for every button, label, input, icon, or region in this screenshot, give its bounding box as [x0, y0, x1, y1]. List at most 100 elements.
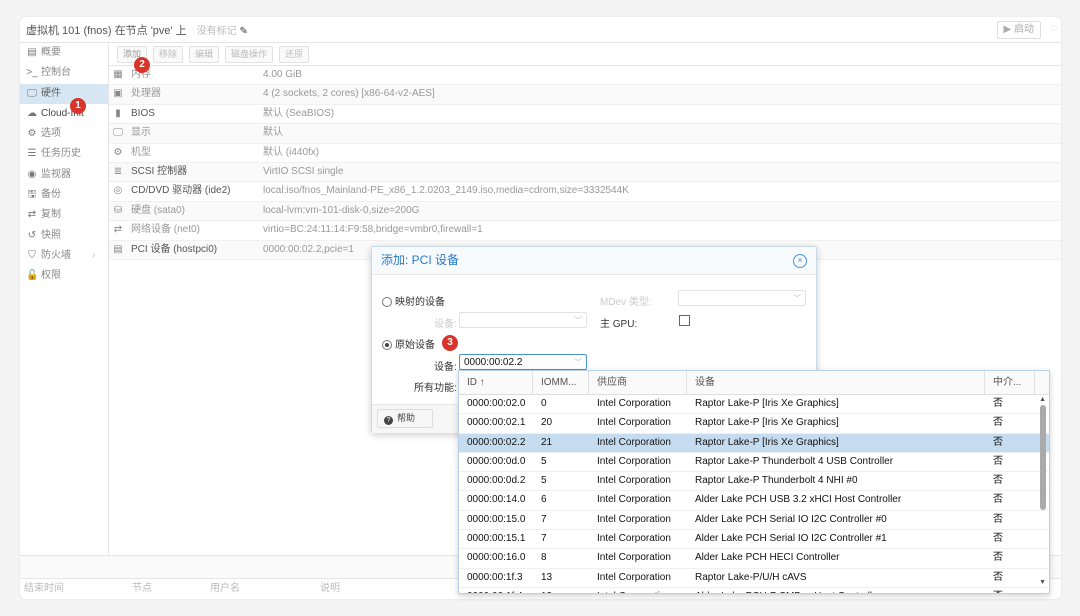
pci-row[interactable]: 0000:00:15.1 7 Intel Corporation Alder Lake…	[459, 530, 1049, 550]
pci-row[interactable]: 0000:00:1f.4 13 Intel Corporation Alder Lak…	[459, 588, 1049, 593]
sidebar-item-10[interactable]: ⛉ 防火墙 ›	[20, 246, 108, 266]
start-button[interactable]: ▶ 启动	[996, 21, 1041, 39]
col-mediated[interactable]: 中介...	[985, 371, 1035, 394]
pci-row[interactable]: 0000:00:02.2 21 Intel Corporation Raptor La…	[459, 433, 1049, 453]
col-desc[interactable]: 说明	[320, 579, 340, 599]
sidebar-item-3[interactable]: ☁ Cloud-Init	[20, 104, 108, 124]
sidebar-item-label: 权限	[41, 270, 61, 282]
hardware-icon: ⇄	[113, 224, 123, 236]
sidebar-item-1[interactable]: >_ 控制台	[20, 63, 108, 83]
pci-cell-iommu: 21	[541, 436, 553, 448]
sidebar-item-5[interactable]: ☰ 任务历史	[20, 144, 108, 164]
pci-cell-device: Alder Lake PCH HECI Controller	[695, 552, 840, 564]
pci-cell-vendor: Intel Corporation	[597, 552, 671, 564]
hardware-row[interactable]: ≣ SCSI 控制器 VirtIO SCSI single	[109, 162, 1061, 183]
sidebar-item-9[interactable]: ↺ 快照	[20, 226, 108, 246]
disk-action-button[interactable]: 磁盘操作	[225, 45, 274, 63]
hardware-row[interactable]: ⛁ 硬盘 (sata0) local-lvm:vm-101-disk-0,size=…	[109, 201, 1061, 222]
pci-cell-device: Raptor Lake-P Thunderbolt 4 USB Controll…	[695, 455, 894, 467]
mapped-device-select[interactable]: ﹀	[459, 312, 587, 328]
pci-cell-mediated: 否	[993, 398, 1003, 409]
pci-cell-id: 0000:00:14.0	[467, 494, 526, 506]
col-iommu[interactable]: IOMM...	[533, 371, 589, 394]
pci-row[interactable]: 0000:00:14.0 6 Intel Corporation Alder Lake…	[459, 491, 1049, 511]
sidebar-item-7[interactable]: 🖫 备份	[20, 185, 108, 205]
pci-row[interactable]: 0000:00:16.0 8 Intel Corporation Alder Lake…	[459, 549, 1049, 569]
hardware-icon: ◎	[113, 185, 123, 197]
help-button[interactable]: ? 帮助	[377, 409, 433, 428]
pencil-icon: ✎	[239, 26, 248, 37]
hardware-row[interactable]: 🖵 显示 默认	[109, 124, 1061, 144]
remove-button[interactable]: 移除	[153, 45, 184, 63]
sidebar-item-8[interactable]: ⇄ 复制	[20, 205, 108, 225]
col-end-time[interactable]: 结束时间	[24, 579, 64, 599]
col-id[interactable]: ID ↑	[459, 371, 533, 394]
hardware-key: SCSI 控制器	[131, 165, 188, 177]
vm-sidebar: ▤ 概要 >_ 控制台 🖵 硬件 ☁ Cloud-Init ⚙ 选项 ☰ 任务历史 ◉ 监视器 🖫 备份 ⇄ 复制…	[20, 43, 109, 555]
chevron-right-icon: ›	[92, 249, 96, 261]
col-vendor[interactable]: 供应商	[589, 371, 687, 394]
revert-button[interactable]: 还原	[279, 45, 310, 63]
sidebar-item-6[interactable]: ◉ 监视器	[20, 165, 108, 185]
sidebar-item-label: 复制	[41, 209, 61, 221]
hardware-row[interactable]: ▮ BIOS 默认 (SeaBIOS)	[109, 105, 1061, 125]
pci-device-dropdown: ID ↑ IOMM... 供应商 设备 中介... 0000:00:02.0 0 I…	[458, 370, 1050, 594]
hardware-row[interactable]: ⚙ 机型 默认 (i440fx)	[109, 144, 1061, 163]
close-icon[interactable]: ×	[793, 254, 807, 268]
sidebar-item-2[interactable]: 🖵 硬件	[20, 83, 108, 104]
hardware-value: 默认 (SeaBIOS)	[263, 107, 335, 119]
hardware-row[interactable]: ▣ 处理器 4 (2 sockets, 2 cores) [x86-64-v2-AE…	[109, 85, 1061, 105]
scroll-down-icon[interactable]: ▼	[1039, 579, 1046, 586]
col-node[interactable]: 节点	[132, 579, 152, 599]
pci-cell-vendor: Intel Corporation	[597, 436, 671, 448]
pci-row[interactable]: 0000:00:0d.2 5 Intel Corporation Raptor Lak…	[459, 472, 1049, 492]
raw-device-select[interactable]: 0000:00:02.2 ﹀	[459, 354, 587, 370]
pci-cell-vendor: Intel Corporation	[597, 475, 671, 487]
raw-device-label: 设备:	[434, 362, 457, 373]
pci-cell-id: 0000:00:1f.4	[467, 588, 523, 593]
hardware-key: BIOS	[131, 107, 155, 119]
tag-edit[interactable]: 没有标记 ✎	[197, 22, 248, 37]
radio-selected-icon	[382, 340, 392, 350]
cloud-icon: ☁	[27, 107, 37, 119]
pci-row[interactable]: 0000:00:15.0 7 Intel Corporation Alder Lake…	[459, 511, 1049, 531]
pci-cell-id: 0000:00:02.2	[467, 436, 526, 448]
sidebar-item-11[interactable]: 🔓 权限	[20, 266, 108, 286]
pci-cell-iommu: 5	[541, 455, 547, 467]
col-device[interactable]: 设备	[687, 371, 985, 394]
edit-button[interactable]: 编辑	[189, 45, 220, 63]
mapped-device-radio[interactable]: 映射的设备	[382, 293, 445, 308]
console-icon: >_	[26, 67, 38, 79]
monitor-icon: 🖵	[27, 87, 37, 99]
shutdown-icon[interactable]: ◌	[1050, 22, 1057, 34]
hardware-row[interactable]: ◎ CD/DVD 驱动器 (ide2) local:iso/fnos_Mainlan…	[109, 182, 1061, 202]
pci-row[interactable]: 0000:00:02.1 20 Intel Corporation Raptor La…	[459, 414, 1049, 434]
col-user[interactable]: 用户名	[210, 579, 240, 599]
sidebar-item-label: 概要	[41, 47, 61, 58]
pci-cell-iommu: 0	[541, 398, 547, 409]
pci-cell-mediated: 否	[993, 552, 1003, 564]
pci-cell-vendor: Intel Corporation	[597, 533, 671, 545]
sidebar-item-label: 监视器	[41, 168, 71, 180]
hardware-value: VirtIO SCSI single	[263, 165, 344, 177]
sidebar-item-0[interactable]: ▤ 概要	[20, 43, 108, 63]
sidebar-item-4[interactable]: ⚙ 选项	[20, 124, 108, 144]
pci-row[interactable]: 0000:00:02.0 0 Intel Corporation Raptor Lak…	[459, 395, 1049, 415]
primary-gpu-checkbox[interactable]	[679, 315, 690, 326]
eye-icon: ◉	[27, 168, 37, 180]
pci-cell-iommu: 8	[541, 552, 547, 564]
pci-row[interactable]: 0000:00:1f.3 13 Intel Corporation Raptor La…	[459, 569, 1049, 588]
annotation-badge-3: 3	[442, 335, 458, 351]
raw-device-radio[interactable]: 原始设备	[382, 336, 435, 351]
hardware-icon: ≣	[113, 165, 123, 177]
pci-row[interactable]: 0000:00:0d.0 5 Intel Corporation Raptor Lak…	[459, 453, 1049, 473]
hardware-icon: ⚙	[113, 146, 123, 158]
scrollbar-thumb[interactable]	[1040, 405, 1046, 510]
pci-cell-mediated: 否	[993, 475, 1003, 487]
titlebar: 虚拟机 101 (fnos) 在节点 'pve' 上 没有标记 ✎ ▶ 启动 ◌	[20, 17, 1061, 43]
scroll-up-icon[interactable]: ▲	[1039, 396, 1046, 403]
hardware-row[interactable]: ▦ 内存 4.00 GiB	[109, 66, 1061, 86]
history-icon: ↺	[27, 229, 37, 241]
mdev-type-select[interactable]: ﹀	[678, 290, 806, 306]
hardware-row[interactable]: ⇄ 网络设备 (net0) virtio=BC:24:11:14:F9:58,bri…	[109, 221, 1061, 241]
